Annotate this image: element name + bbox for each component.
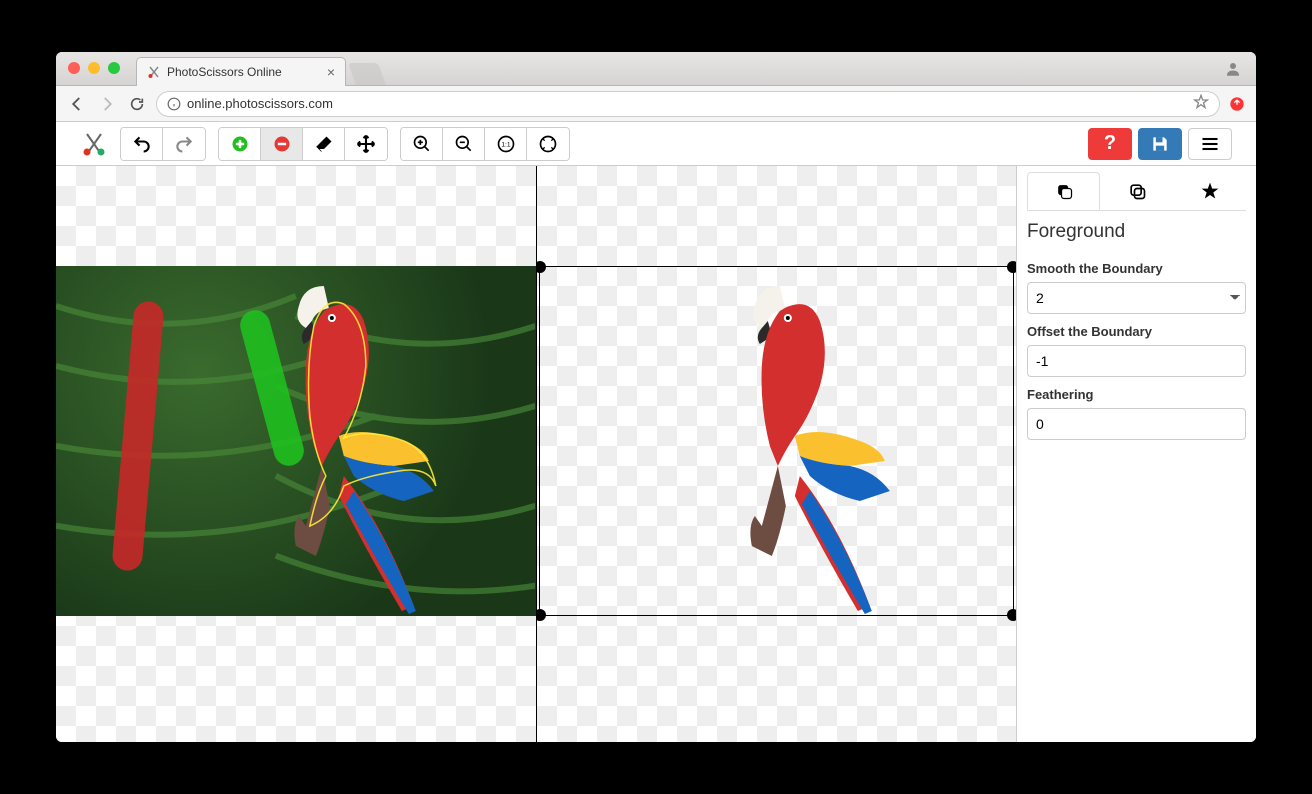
background-marker-button[interactable] — [261, 128, 303, 160]
result-image — [537, 266, 1017, 616]
save-icon — [1150, 134, 1170, 154]
foreground-marker-button[interactable] — [219, 128, 261, 160]
original-image — [56, 266, 536, 616]
history-group — [120, 127, 206, 161]
close-window-button[interactable] — [68, 62, 80, 74]
smooth-label: Smooth the Boundary — [1027, 261, 1246, 276]
canvas-area — [56, 166, 1016, 742]
tab-title: PhotoScissors Online — [167, 65, 282, 79]
original-panel[interactable] — [56, 166, 536, 742]
extension-icon[interactable] — [1228, 95, 1246, 113]
offset-label: Offset the Boundary — [1027, 324, 1246, 339]
help-icon: ? — [1104, 132, 1116, 155]
tab-effects[interactable] — [1173, 172, 1246, 210]
site-info-icon[interactable] — [167, 97, 181, 111]
undo-button[interactable] — [121, 128, 163, 160]
tab-foreground[interactable] — [1027, 172, 1100, 210]
url-input[interactable]: online.photoscissors.com — [156, 91, 1220, 117]
fullscreen-window-button[interactable] — [108, 62, 120, 74]
properties-sidebar: Foreground Smooth the Boundary 2 Offset … — [1016, 166, 1256, 742]
bookmark-star-icon[interactable] — [1193, 94, 1209, 113]
zoom-group: 1:1 — [400, 127, 570, 161]
address-bar: online.photoscissors.com — [56, 86, 1256, 122]
zoom-out-button[interactable] — [443, 128, 485, 160]
svg-text:1:1: 1:1 — [501, 141, 511, 148]
smooth-select[interactable]: 2 — [1027, 282, 1246, 314]
menu-button[interactable] — [1188, 128, 1232, 160]
hamburger-icon — [1200, 134, 1220, 154]
browser-tabs: PhotoScissors Online × — [136, 52, 382, 85]
offset-input[interactable] — [1027, 345, 1246, 377]
eraser-button[interactable] — [303, 128, 345, 160]
app-window: PhotoScissors Online × online.photosciss… — [56, 52, 1256, 742]
zoom-in-button[interactable] — [401, 128, 443, 160]
profile-icon[interactable] — [1224, 60, 1242, 83]
background-tab-icon — [1127, 181, 1147, 201]
marker-tools-group — [218, 127, 388, 161]
zoom-actual-button[interactable]: 1:1 — [485, 128, 527, 160]
workspace: Foreground Smooth the Boundary 2 Offset … — [56, 166, 1256, 742]
toolbar-right: ? — [1088, 128, 1232, 160]
window-controls — [68, 62, 120, 74]
redo-button[interactable] — [163, 128, 205, 160]
browser-tab-active[interactable]: PhotoScissors Online × — [136, 57, 346, 86]
new-tab-button[interactable] — [348, 63, 386, 85]
section-title: Foreground — [1027, 221, 1246, 243]
app-toolbar: 1:1 ? — [56, 122, 1256, 166]
zoom-fit-button[interactable] — [527, 128, 569, 160]
back-button[interactable] — [66, 93, 88, 115]
save-button[interactable] — [1138, 128, 1182, 160]
titlebar: PhotoScissors Online × — [56, 52, 1256, 86]
star-icon — [1200, 181, 1220, 201]
minimize-window-button[interactable] — [88, 62, 100, 74]
forward-button[interactable] — [96, 93, 118, 115]
sidebar-tabs — [1027, 172, 1246, 211]
url-text: online.photoscissors.com — [187, 96, 333, 111]
app-logo-icon — [80, 130, 108, 158]
parrot-cutout-illustration — [656, 266, 944, 616]
tab-background[interactable] — [1100, 172, 1173, 210]
feathering-input[interactable] — [1027, 408, 1246, 440]
move-button[interactable] — [345, 128, 387, 160]
result-panel[interactable] — [537, 166, 1017, 742]
close-tab-button[interactable]: × — [327, 64, 335, 80]
foreground-tab-icon — [1054, 181, 1074, 201]
favicon-icon — [147, 65, 161, 79]
feathering-label: Feathering — [1027, 387, 1246, 402]
help-button[interactable]: ? — [1088, 128, 1132, 160]
reload-button[interactable] — [126, 93, 148, 115]
